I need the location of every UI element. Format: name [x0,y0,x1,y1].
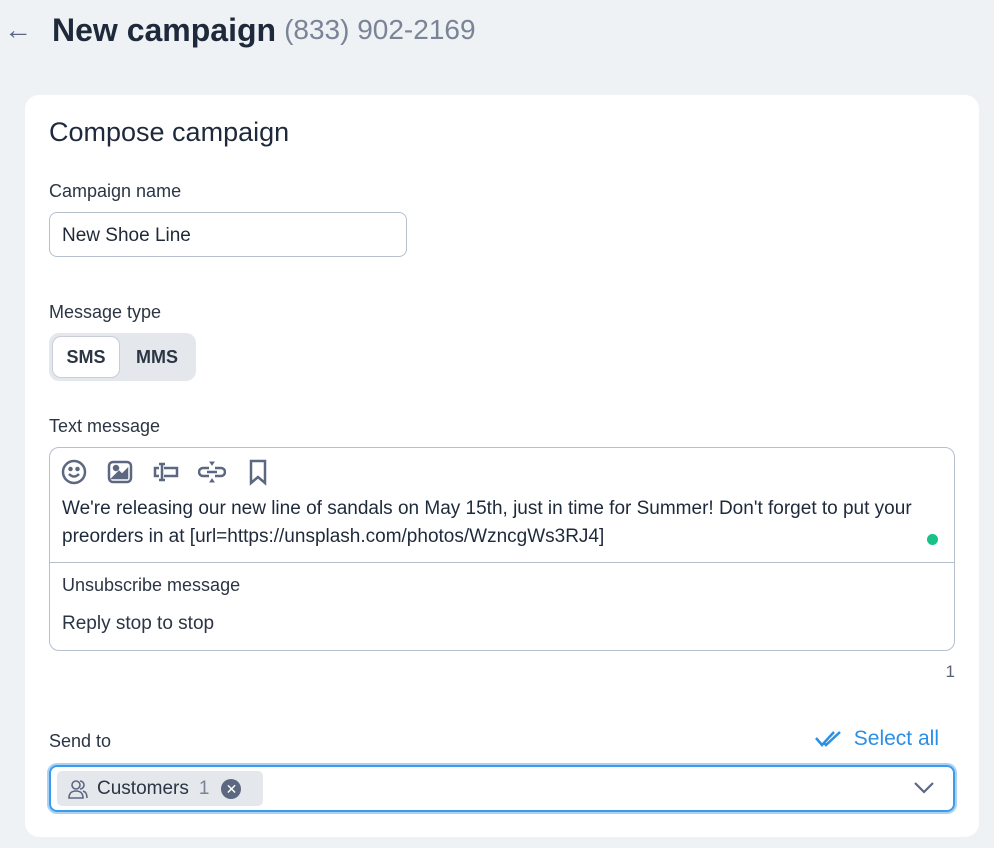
divider [50,562,954,563]
chip-label: Customers [97,777,189,799]
send-to-label: Send to [49,731,112,751]
unsubscribe-label: Unsubscribe message [62,575,241,595]
mms-option[interactable]: MMS [123,337,191,377]
page-header: ← New campaign (833) 902-2169 [0,10,476,50]
page-title: New campaign [52,11,277,48]
text-message-editor: We're releasing our new line of sandals … [49,447,955,651]
send-to-dropdown[interactable]: Customers 1 ✕ [49,765,955,812]
users-icon [68,779,88,799]
chevron-down-icon[interactable] [913,779,935,795]
image-icon[interactable] [106,458,134,486]
message-type-label: Message type [49,302,162,322]
recipient-chip: Customers 1 ✕ [57,771,263,806]
message-type-toggle: SMS MMS [49,333,196,381]
compose-card: Compose campaign Campaign name New Shoe … [25,95,979,837]
status-dot [927,534,938,545]
campaign-name-input[interactable]: New Shoe Line [49,212,407,257]
back-arrow-icon[interactable]: ← [4,14,34,46]
phone-number: (833) 902-2169 [284,14,476,45]
unsubscribe-message[interactable]: Reply stop to stop [62,613,214,635]
sms-option[interactable]: SMS [53,337,119,377]
emoji-icon[interactable] [60,458,88,486]
link-icon[interactable] [198,458,226,486]
select-all-button[interactable]: Select all [814,727,939,751]
text-message-label: Text message [49,416,161,436]
select-all-label: Select all [853,727,939,750]
remove-chip-icon[interactable]: ✕ [221,778,242,799]
double-check-icon [814,731,841,747]
card-title: Compose campaign [49,117,290,147]
message-body[interactable]: We're releasing our new line of sandals … [62,495,932,551]
text-field-icon[interactable] [152,458,180,486]
chip-count: 1 [198,777,210,799]
segment-count: 1 [945,662,955,681]
bookmark-icon[interactable] [244,458,272,486]
campaign-name-label: Campaign name [49,181,182,201]
editor-toolbar [60,458,272,486]
